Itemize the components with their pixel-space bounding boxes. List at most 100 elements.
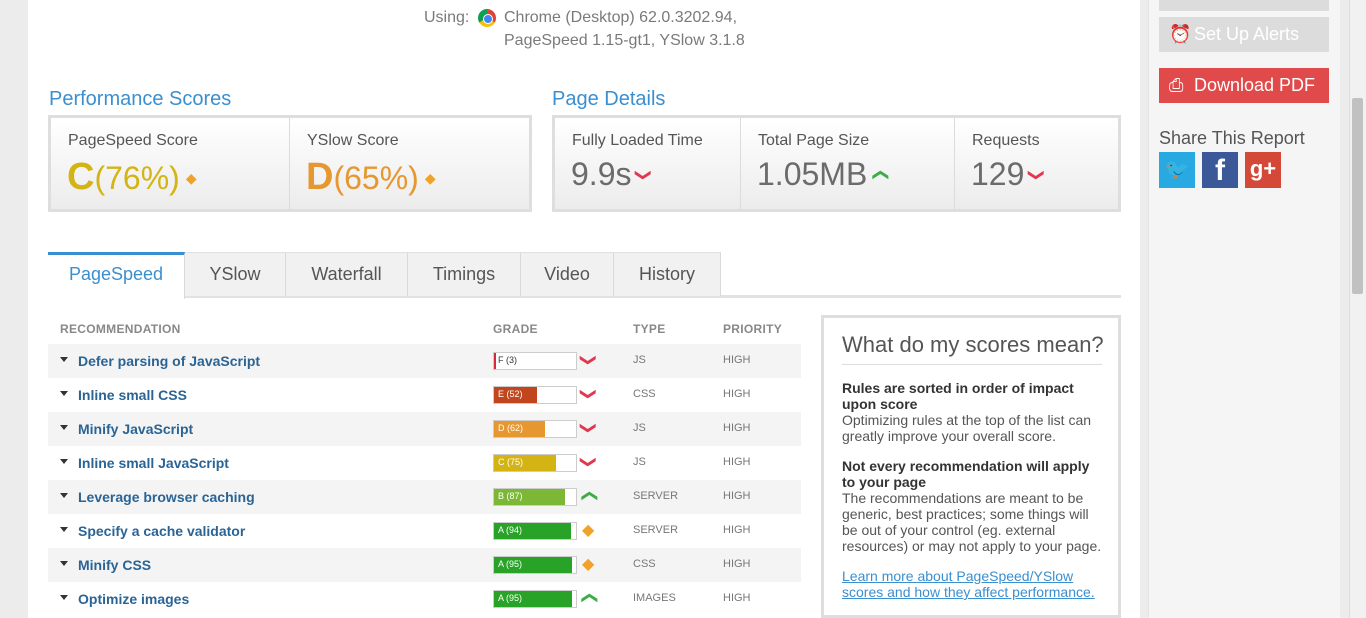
learn-more-link[interactable]: Learn more about PageSpeed/YSlow scores … <box>842 568 1104 600</box>
tab-history[interactable]: History <box>614 252 721 296</box>
table-row[interactable]: Specify a cache validator A (94) ◆ SERVER HI… <box>48 514 801 548</box>
pagespeed-score-cell: PageSpeed Score C(76%) ◆ <box>51 118 289 210</box>
caret-down-icon[interactable] <box>60 493 68 498</box>
requests-number: 129 <box>971 156 1025 192</box>
grade-label: F (3) <box>498 355 517 365</box>
caret-down-icon[interactable] <box>60 561 68 566</box>
download-pdf-button[interactable]: ⎙ Download PDF <box>1159 68 1329 103</box>
diamond-icon: ◆ <box>185 170 197 186</box>
chevron-down-icon: ❯ <box>1028 168 1046 182</box>
caret-down-icon[interactable] <box>60 595 68 600</box>
grade-bar: A (95) <box>493 556 577 574</box>
info-title: What do my scores mean? <box>842 332 1104 365</box>
requests-cell: Requests 129 ❯ <box>954 118 1118 210</box>
info-heading-not-every: Not every recommendation will apply to y… <box>842 458 1090 490</box>
page-size-value: 1.05MB ❯ <box>757 156 889 193</box>
caret-down-icon[interactable] <box>60 425 68 430</box>
yslow-grade-letter: D <box>306 156 334 198</box>
tool-versions: PageSpeed 1.15-gt1, YSlow 3.1.8 <box>504 32 745 49</box>
tab-waterfall[interactable]: Waterfall <box>286 252 408 296</box>
page-scrollbar[interactable] <box>1349 0 1366 618</box>
recommendation-type: JS <box>633 354 646 366</box>
scores-info-panel: What do my scores mean? Rules are sorted… <box>821 315 1121 618</box>
fully-loaded-value: 9.9s ❯ <box>571 156 653 193</box>
grade-bar: F (3) <box>493 352 577 370</box>
yslow-score-value: D(65%) ◆ <box>306 156 436 199</box>
info-heading-sorted: Rules are sorted in order of impact upon… <box>842 380 1074 412</box>
grade-bar: D (62) <box>493 420 577 438</box>
recommendation-name[interactable]: Minify JavaScript <box>78 421 193 437</box>
recommendation-name[interactable]: Optimize images <box>78 591 189 607</box>
using-label: Using: <box>424 9 470 26</box>
facebook-icon[interactable]: f <box>1202 152 1238 188</box>
scrollbar-thumb[interactable] <box>1352 98 1363 294</box>
caret-down-icon[interactable] <box>60 357 68 362</box>
twitter-icon[interactable]: 🐦 <box>1159 152 1195 188</box>
caret-down-icon[interactable] <box>60 459 68 464</box>
pagespeed-percent: (76%) <box>94 160 180 196</box>
type-header: TYPE <box>633 322 666 336</box>
recommendation-name[interactable]: Defer parsing of JavaScript <box>78 353 260 369</box>
chevron-up-icon: ❯ <box>580 489 598 503</box>
table-row[interactable]: Inline small CSS E (52) ❯ CSS HIGH <box>48 378 801 412</box>
yslow-score-cell: YSlow Score D(65%) ◆ <box>289 118 529 210</box>
recommendation-priority: HIGH <box>723 456 751 468</box>
set-up-alerts-label: Set Up Alerts <box>1194 24 1300 44</box>
page-details-box: Fully Loaded Time 9.9s ❯ Total Page Size … <box>552 115 1121 212</box>
recommendation-type: SERVER <box>633 524 679 536</box>
page-details-title: Page Details <box>552 88 666 110</box>
recommendation-priority: HIGH <box>723 490 751 502</box>
recommendation-name[interactable]: Inline small CSS <box>78 387 187 403</box>
performance-scores-title: Performance Scores <box>49 88 232 110</box>
table-row[interactable]: Defer parsing of JavaScript F (3) ❯ JS HIGH <box>48 344 801 378</box>
recommendation-priority: HIGH <box>723 558 751 570</box>
tab-pagespeed[interactable]: PageSpeed <box>48 252 185 299</box>
download-pdf-label: Download PDF <box>1194 75 1316 95</box>
info-text-sorted: Optimizing rules at the top of the list … <box>842 412 1092 444</box>
grade-label: D (62) <box>498 423 524 433</box>
fully-loaded-cell: Fully Loaded Time 9.9s ❯ <box>555 118 740 210</box>
caret-down-icon[interactable] <box>60 391 68 396</box>
grade-bar: A (94) <box>493 522 577 540</box>
set-up-alerts-button[interactable]: ⏰ Set Up Alerts <box>1159 17 1329 52</box>
pagespeed-score-label: PageSpeed Score <box>68 132 198 149</box>
diamond-icon: ◆ <box>582 522 595 539</box>
yslow-score-label: YSlow Score <box>307 132 399 149</box>
google-plus-icon[interactable]: g+ <box>1245 152 1281 188</box>
recommendation-name[interactable]: Specify a cache validator <box>78 523 245 539</box>
sidebar-top-button[interactable] <box>1159 0 1329 11</box>
recommendation-name[interactable]: Minify CSS <box>78 557 151 573</box>
recommendation-type: IMAGES <box>633 592 676 604</box>
recommendation-name[interactable]: Inline small JavaScript <box>78 455 229 471</box>
recommendation-name[interactable]: Leverage browser caching <box>78 489 255 505</box>
table-row[interactable]: Optimize images A (95) ❯ IMAGES HIGH <box>48 582 801 616</box>
fully-loaded-number: 9.9s <box>571 156 632 192</box>
recommendation-priority: HIGH <box>723 592 751 604</box>
grade-bar: E (52) <box>493 386 577 404</box>
recommendation-type: CSS <box>633 388 656 400</box>
table-row[interactable]: Leverage browser caching B (87) ❯ SERVER HIG… <box>48 480 801 514</box>
pagespeed-grade-letter: C <box>67 156 95 198</box>
tab-video[interactable]: Video <box>521 252 614 296</box>
caret-down-icon[interactable] <box>60 527 68 532</box>
tab-yslow[interactable]: YSlow <box>185 252 286 296</box>
chevron-up-icon: ❯ <box>580 591 598 605</box>
tab-timings[interactable]: Timings <box>408 252 521 296</box>
chevron-down-icon: ❯ <box>579 387 597 401</box>
grade-bar: B (87) <box>493 488 577 506</box>
browser-version: Chrome (Desktop) 62.0.3202.94, <box>504 9 738 26</box>
recommendation-type: CSS <box>633 558 656 570</box>
table-row[interactable]: Inline small JavaScript C (75) ❯ JS HIGH <box>48 446 801 480</box>
diamond-icon: ◆ <box>424 170 436 186</box>
chevron-down-icon: ❯ <box>635 168 653 182</box>
grade-bar: C (75) <box>493 454 577 472</box>
table-row[interactable]: Minify JavaScript D (62) ❯ JS HIGH <box>48 412 801 446</box>
grade-label: E (52) <box>498 389 523 399</box>
chevron-down-icon: ❯ <box>579 421 597 435</box>
grade-label: C (75) <box>498 457 524 467</box>
page-size-cell: Total Page Size 1.05MB ❯ <box>740 118 954 210</box>
recommendation-priority: HIGH <box>723 524 751 536</box>
chevron-up-icon: ❯ <box>871 168 889 182</box>
table-row[interactable]: Minify CSS A (95) ◆ CSS HIGH <box>48 548 801 582</box>
pdf-icon: ⎙ <box>1169 75 1184 95</box>
